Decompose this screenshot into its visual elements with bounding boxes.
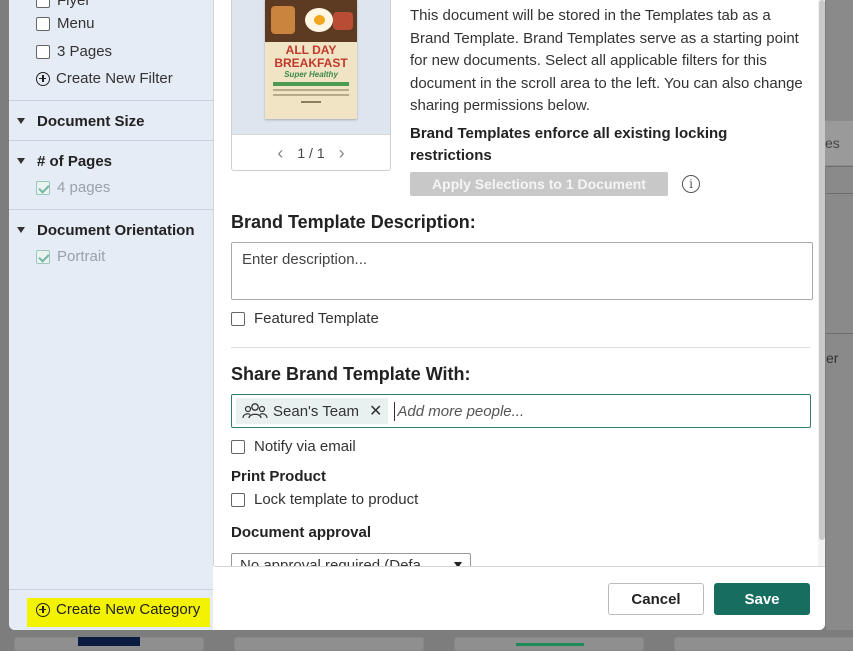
filter-checkbox-checked[interactable] [36,249,50,264]
section-title: Document Size [37,112,145,130]
filter-item-menu[interactable]: Menu [36,15,95,32]
chevron-right-icon[interactable]: › [339,143,345,164]
filter-item-3-pages[interactable]: 3 Pages [36,43,112,60]
section-title: # of Pages [37,152,113,170]
description-heading: Brand Template Description: [231,212,476,232]
brand-template-modal: Flyer Menu 3 Pages Create New Filter Doc… [9,0,825,630]
background-divider [826,166,853,167]
toast-shape [271,6,295,34]
document-thumbnail[interactable]: ALL DAY BREAKFAST Super Healthy [265,0,357,119]
collapse-triangle-icon [17,158,25,164]
section-divider [231,347,810,348]
filter-label: Flyer [57,0,91,9]
locking-note: Brand Templates enforce all existing loc… [410,125,728,164]
section-number-of-pages[interactable]: # of Pages [9,140,213,181]
share-field[interactable]: Sean's Team ✕ [231,394,811,428]
egg-shape [305,8,333,32]
food-image [265,0,357,42]
background-thumbnail [78,637,140,646]
background-divider [826,333,853,334]
create-filter-button[interactable]: Create New Filter [36,70,173,87]
plus-circle-icon [36,602,50,617]
page-indicator: 1 / 1 [297,145,325,161]
section-document-orientation[interactable]: Document Orientation [9,209,213,250]
filter-label: 3 Pages [57,43,113,60]
filter-checkbox-checked[interactable] [36,180,50,195]
preview-area: ALL DAY BREAKFAST Super Healthy [232,0,390,134]
background-card [234,637,424,651]
poster-text-line [273,89,349,91]
featured-checkbox[interactable] [231,311,245,326]
background-text: er [826,350,839,366]
print-product-heading: Print Product [231,468,327,485]
description-field[interactable] [231,242,813,300]
background-divider [826,193,853,194]
notify-label: Notify via email [254,438,356,455]
notify-checkbox[interactable] [231,439,245,454]
page-navigator: ‹ 1 / 1 › [232,134,390,171]
poster-text-line [273,94,349,96]
chevron-left-icon[interactable]: ‹ [277,143,283,164]
remove-chip-icon[interactable]: ✕ [369,401,382,421]
filter-label: Menu [57,15,95,32]
poster-title: ALL DAY BREAKFAST [274,43,348,70]
background-card [674,637,853,651]
scrollbar[interactable] [818,0,825,566]
add-people-input[interactable] [394,401,700,421]
section-document-size[interactable]: Document Size [9,100,213,141]
create-category-label: Create New Category [56,601,201,618]
create-filter-label: Create New Filter [56,70,173,87]
team-chip-label: Sean's Team [273,402,359,420]
document-preview: ALL DAY BREAKFAST Super Healthy ‹ 1 / 1 … [231,0,391,171]
collapse-triangle-icon [17,227,25,233]
lock-label: Lock template to product [254,491,419,508]
section-title: Document Orientation [37,221,195,239]
filter-item-portrait[interactable]: Portrait [36,248,105,265]
collapse-triangle-icon [17,118,25,124]
modal-footer: Cancel Save [214,566,825,630]
filter-item-4-pages[interactable]: 4 pages [36,179,110,196]
info-text: This document will be stored in the Temp… [410,7,803,114]
save-button[interactable]: Save [714,583,810,615]
featured-label: Featured Template [254,310,379,327]
apply-selections-button[interactable]: Apply Selections to 1 Document [410,172,668,196]
cancel-button[interactable]: Cancel [608,583,704,615]
bacon-shape [333,12,353,30]
filter-item-flyer[interactable]: Flyer [36,0,90,9]
background-tab-label: es [825,135,840,151]
filter-checkbox[interactable] [36,44,50,59]
filter-checkbox[interactable] [36,16,50,31]
people-icon [242,403,268,419]
share-heading: Share Brand Template With: [231,364,471,384]
lock-product-option[interactable]: Lock template to product [231,491,418,508]
main-panel: ALL DAY BREAKFAST Super Healthy ‹ 1 / 1 … [213,0,825,575]
scrollbar-thumb[interactable] [819,0,825,540]
info-icon[interactable]: i [682,175,700,193]
filter-label: 4 pages [57,179,111,196]
create-category-button[interactable]: Create New Category [36,601,200,618]
team-chip[interactable]: Sean's Team ✕ [236,398,389,424]
featured-template-option[interactable]: Featured Template [231,310,379,327]
background-overlay [826,0,853,646]
poster-banner [273,82,349,86]
filter-checkbox[interactable] [36,0,50,8]
filter-sidebar: Flyer Menu 3 Pages Create New Filter Doc… [9,0,213,630]
plus-circle-icon [36,71,50,86]
poster-subtitle: Super Healthy [284,70,338,79]
notify-email-option[interactable]: Notify via email [231,438,356,455]
lock-checkbox[interactable] [231,492,245,507]
approval-heading: Document approval [231,524,372,541]
filter-label: Portrait [57,248,106,265]
poster-text-line [301,101,321,103]
